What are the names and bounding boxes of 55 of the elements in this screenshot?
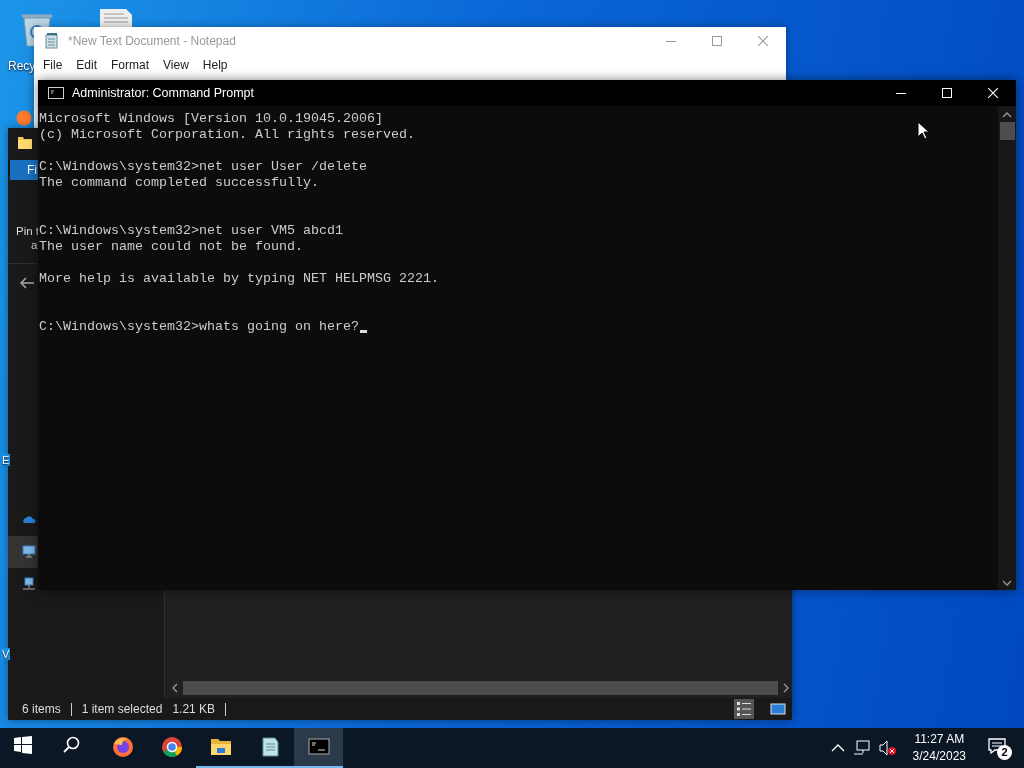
details-view-button[interactable] xyxy=(734,699,754,719)
folder-icon xyxy=(209,736,232,758)
clock[interactable]: 11:27 AM 3/24/2023 xyxy=(904,731,974,765)
notification-button[interactable]: 2 xyxy=(988,736,1014,760)
nav-item[interactable] xyxy=(8,536,38,568)
menu-item[interactable]: Format xyxy=(104,58,157,72)
chrome-icon xyxy=(160,736,183,758)
status-text: 1.21 KB xyxy=(172,702,216,716)
clock-time: 11:27 AM xyxy=(914,731,965,748)
list-view-icon xyxy=(735,700,753,718)
message-icon xyxy=(988,738,1006,754)
console-line: C:\Windows\system32>net user User /delete xyxy=(39,159,367,175)
scrollbar-thumb[interactable] xyxy=(183,681,778,695)
back-arrow-icon[interactable] xyxy=(20,277,34,289)
window-title: Administrator: Command Prompt xyxy=(72,86,255,100)
pc-icon xyxy=(22,545,36,559)
close-icon xyxy=(758,36,768,46)
close-icon xyxy=(988,88,998,98)
notepad-icon xyxy=(44,33,60,49)
text-cursor xyxy=(359,330,367,333)
maximize-icon xyxy=(942,88,952,98)
image-view-icon xyxy=(769,700,787,718)
menu-item[interactable]: File xyxy=(36,58,70,72)
menu-item[interactable]: Edit xyxy=(69,58,105,72)
notification-count: 2 xyxy=(997,745,1012,760)
network-icon xyxy=(22,577,36,591)
firefox-icon xyxy=(111,736,134,758)
console-line: More help is available by typing NET HELPMSG 2221. xyxy=(39,271,439,287)
taskbar-app[interactable] xyxy=(294,728,343,768)
mouse-pointer-icon xyxy=(917,121,929,140)
status-text: 6 items xyxy=(22,702,61,716)
document-icon[interactable] xyxy=(100,9,132,27)
console-line: C:\Windows\system32>net user VM5 abcd1 xyxy=(39,223,343,239)
status-text: 1 item selected xyxy=(81,702,163,716)
scroll-up-icon[interactable] xyxy=(1002,110,1012,120)
console-line: The command completed successfully. xyxy=(39,175,319,191)
terminal-icon xyxy=(48,87,64,99)
vertical-scrollbar[interactable] xyxy=(998,106,1016,590)
terminal-icon xyxy=(307,736,330,758)
muted-speaker-icon[interactable] xyxy=(878,740,897,756)
ribbon-label: a xyxy=(31,238,38,252)
network-icon[interactable] xyxy=(852,740,871,756)
maximize-icon xyxy=(712,36,722,46)
folder-icon xyxy=(18,135,32,149)
menu-item[interactable]: Help xyxy=(195,58,235,72)
window-title: *New Text Document - Notepad xyxy=(68,34,237,48)
scrollbar-thumb[interactable] xyxy=(999,122,1015,140)
chevron-up-icon[interactable] xyxy=(830,743,845,753)
console-line: Microsoft Windows [Version 10.0.19045.2006] xyxy=(39,111,383,127)
menu-item[interactable]: View xyxy=(156,58,196,72)
console-line: C:\Windows\system32>whats going on here? xyxy=(39,319,359,335)
console-line: (c) Microsoft Corporation. All rights reserved. xyxy=(39,127,415,143)
clock-date: 3/24/2023 xyxy=(912,748,966,765)
console-line: The user name could not be found. xyxy=(39,239,303,255)
scroll-down-icon[interactable] xyxy=(1002,578,1012,588)
